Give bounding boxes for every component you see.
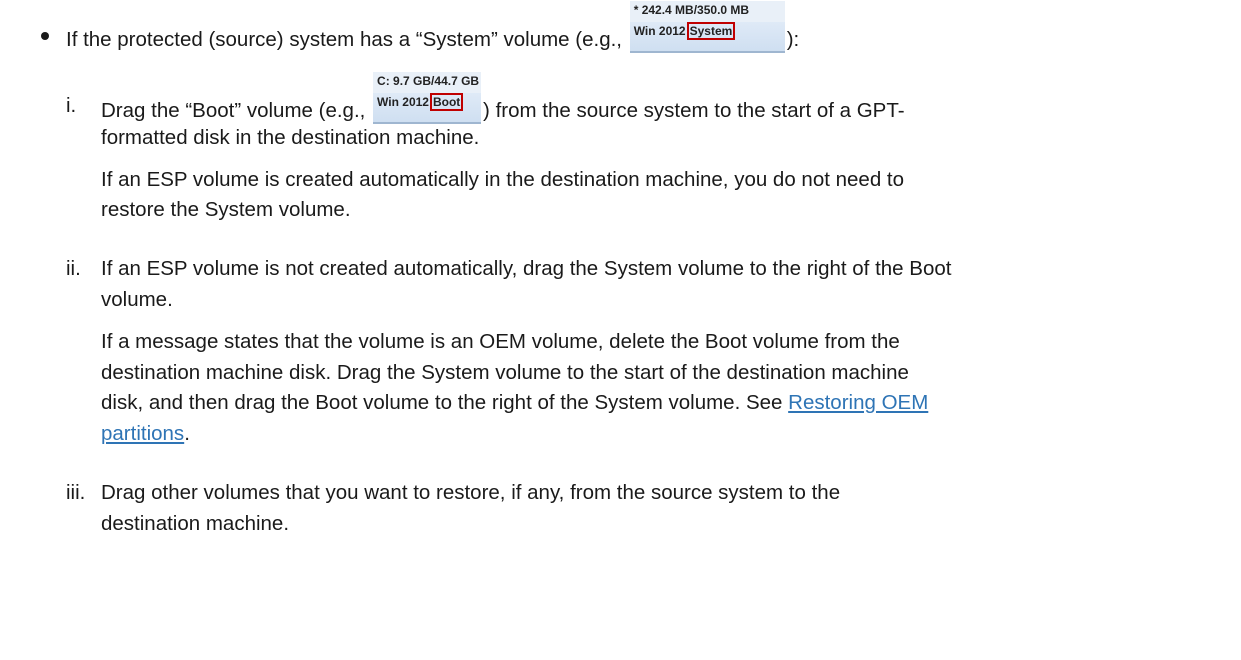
step-ii-note-line1: If a message states that the volume is a…	[101, 330, 900, 353]
step-ii-period: .	[184, 422, 190, 445]
step-ii-note-line4: partitions.	[101, 421, 190, 447]
restoring-oem-partitions-link[interactable]: Restoring OEM	[788, 391, 928, 414]
step-i-marker: i.	[66, 94, 77, 117]
system-volume-image: * 242.4 MB/350.0 MB Win 2012 System	[629, 1, 785, 53]
step-i-text-after: ) from the source system to the start of…	[483, 99, 905, 122]
volume-os-label: Win 2012	[377, 95, 429, 109]
step-ii-note-line3: disk, and then drag the Boot volume to t…	[101, 390, 928, 416]
restoring-oem-partitions-link-continued[interactable]: partitions	[101, 422, 184, 445]
bullet-text: If the protected (source) system has a “…	[66, 1, 800, 53]
volume-tag-boot: Boot	[429, 93, 464, 111]
step-i-note-line2: restore the System volume.	[101, 198, 351, 221]
step-i-line2: formatted disk in the destination machin…	[101, 126, 480, 149]
volume-size-label: * 242.4 MB/350.0 MB	[633, 3, 750, 17]
step-i-text-before: Drag the “Boot” volume (e.g.,	[101, 99, 366, 122]
boot-volume-image: C: 9.7 GB/44.7 GB Win 2012 Boot	[373, 72, 482, 124]
bullet-text-before: If the protected (source) system has a “…	[66, 28, 622, 51]
bullet-text-after: ):	[786, 28, 800, 51]
step-iii-line1: Drag other volumes that you want to rest…	[101, 481, 841, 504]
volume-tag-system: System	[686, 22, 736, 40]
step-ii-note-line2: destination machine disk. Drag the Syste…	[101, 361, 909, 384]
volume-size-label: C: 9.7 GB/44.7 GB	[377, 74, 480, 88]
volume-os-label: Win 2012	[633, 24, 686, 38]
bullet-dot	[41, 32, 49, 40]
step-ii-marker: ii.	[66, 257, 81, 280]
step-i-note-line1: If an ESP volume is created automaticall…	[101, 168, 905, 191]
step-ii-line1: If an ESP volume is not created automati…	[101, 257, 952, 280]
step-iii-marker: iii.	[66, 481, 86, 504]
step-ii-line2: volume.	[101, 288, 173, 311]
step-ii-note-line3-text: disk, and then drag the Boot volume to t…	[101, 391, 783, 414]
step-i-text: Drag the “Boot” volume (e.g., C: 9.7 GB/…	[101, 72, 905, 124]
step-iii-line2: destination machine.	[101, 512, 290, 535]
